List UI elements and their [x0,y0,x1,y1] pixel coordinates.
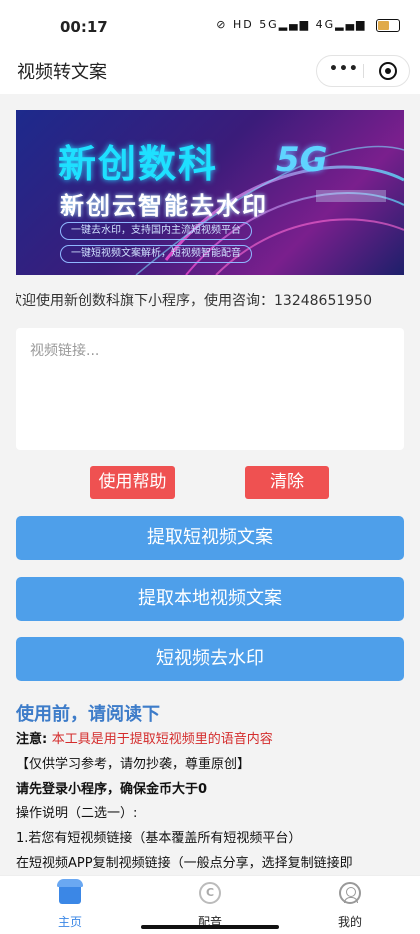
more-icon[interactable]: ••• [329,61,359,77]
mute-icon: ⊘ [216,18,228,31]
banner-5g-badge: 5G [276,140,328,180]
status-time: 00:17 [60,18,108,36]
disclaimer-text: 【仅供学习参考，请勿抄袭，尊重原创】 [16,757,251,772]
close-target-icon[interactable] [379,62,397,80]
notice-title: 使用前，请阅读下 [16,704,160,725]
hd-icon: HD [232,18,254,31]
battery-level [378,20,390,30]
step1-detail-text: 在短视频APP复制视频链接（一般点分享，选择复制链接即 [16,856,353,871]
tab-me-label: 我的 [337,915,362,929]
tab-home[interactable]: 主页 [30,876,110,934]
attention-label: 注意: [16,732,52,747]
attention-line: 注意: 本工具是用于提取短视频里的语音内容 [16,728,273,747]
login-requirement-text: 请先登录小程序，确保金币大于0 [16,782,208,797]
banner-feature-1: 一键去水印，支持国内主流短视频平台 [60,222,252,240]
dubbing-icon: C [199,882,221,904]
battery-icon [376,18,400,32]
status-icons: ⊘ HD 5G▂▄▆ 4G▂▄▆ [216,18,400,32]
attention-text: 本工具是用于提取短视频里的语音内容 [51,732,273,747]
home-icon [57,879,83,904]
video-link-input[interactable]: 视频链接... [16,328,404,450]
clear-button[interactable]: 清除 [245,466,329,499]
home-indicator [141,925,279,929]
remove-watermark-button[interactable]: 短视频去水印 [16,637,404,681]
tab-me[interactable]: 我的 [310,876,390,934]
help-button[interactable]: 使用帮助 [90,466,175,499]
user-icon [339,882,361,904]
extract-local-video-button[interactable]: 提取本地视频文案 [16,577,404,621]
signal-4g-icon: 4G▂▄▆ [315,18,367,31]
status-bar: 00:17 ⊘ HD 5G▂▄▆ 4G▂▄▆ [0,0,420,50]
tab-home-label: 主页 [57,915,82,929]
mini-program-capsule: ••• [316,55,410,87]
banner-feature-2: 一键短视频文案解析，短视频智能配音 [60,245,252,263]
step1-text: 1.若您有短视频链接（基本覆盖所有短视频平台） [16,831,302,846]
nav-bar: 视频转文案 ••• [0,50,420,94]
instructions-title: 操作说明（二选一）: [16,806,138,821]
signal-5g-icon: 5G▂▄▆ [259,18,311,31]
scrolling-notice: 欢迎使用新创数科旗下小程序，使用咨询：13248651950 [16,290,404,312]
page-title: 视频转文案 [17,62,107,83]
video-link-placeholder: 视频链接... [30,343,100,359]
banner-subtitle: 新创云智能去水印 [60,192,268,220]
banner-title: 新创数科 [58,142,219,186]
scrolling-notice-text: 欢迎使用新创数科旗下小程序，使用咨询：13248651950 [16,293,372,309]
capsule-divider [363,64,364,78]
promo-banner[interactable]: 新创数科 5G 新创云智能去水印 一键去水印，支持国内主流短视频平台 一键短视频… [16,110,404,275]
extract-short-video-button[interactable]: 提取短视频文案 [16,516,404,560]
